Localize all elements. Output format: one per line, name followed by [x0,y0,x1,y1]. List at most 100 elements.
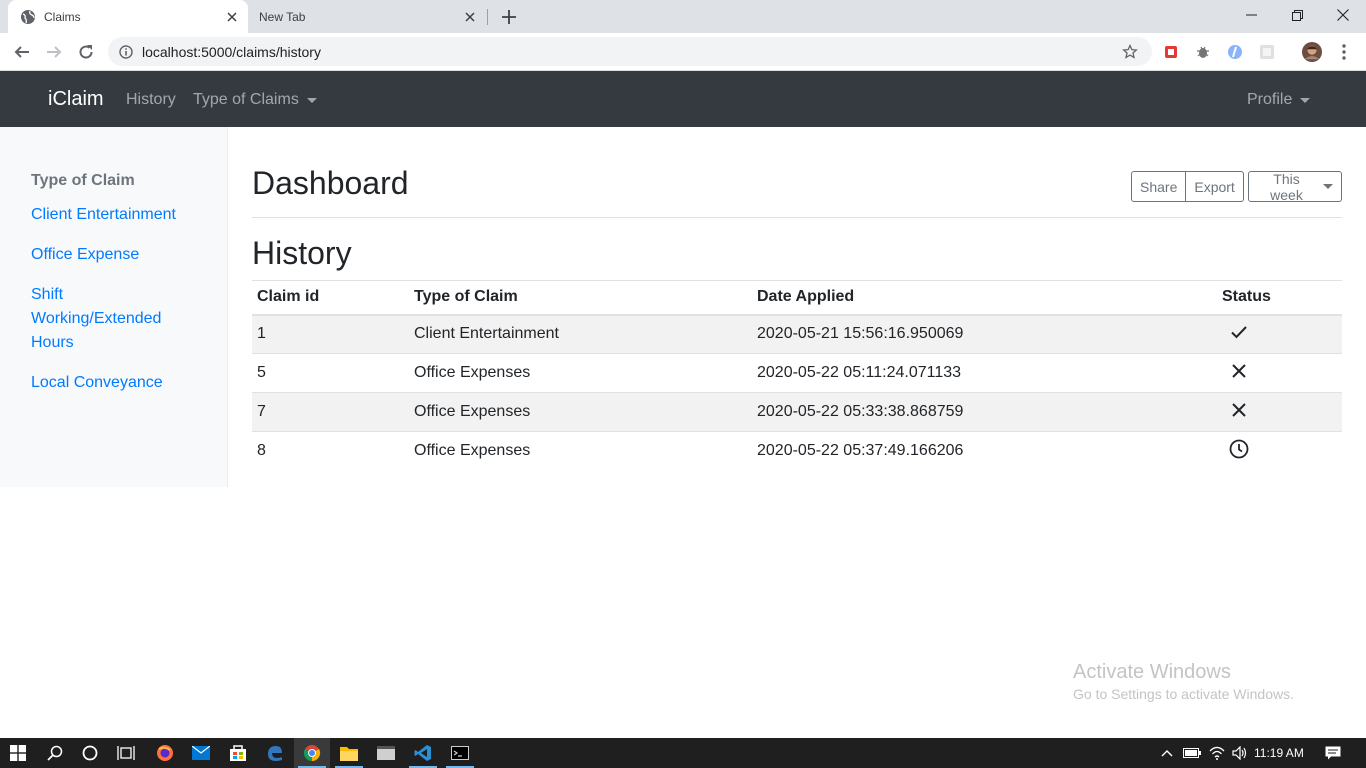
battery-icon[interactable] [1182,738,1202,768]
nav-profile-dropdown[interactable]: Profile [1247,91,1311,109]
tab-new-tab[interactable]: New Tab [248,0,486,33]
restore-icon[interactable] [1274,0,1320,30]
cortana-icon[interactable] [72,738,108,768]
close-tab-icon[interactable] [462,9,478,25]
nav-type-of-claims-label: Type of Claims [193,91,299,108]
cell-claim-id: 8 [252,431,409,471]
cell-date: 2020-05-22 05:37:49.166206 [752,431,1217,471]
sidebar-item-shift-working[interactable]: Shift Working/Extended Hours [31,283,171,355]
sidebar-item-local-conveyance[interactable]: Local Conveyance [31,371,201,395]
caret-down-icon [306,97,317,103]
wifi-icon[interactable] [1207,738,1227,768]
table-row: 5 Office Expenses 2020-05-22 05:11:24.07… [252,353,1342,393]
browser-tab-strip: Claims New Tab [0,0,1366,33]
claims-table: Claim id Type of Claim Date Applied Stat… [252,280,1342,471]
new-tab-plus-icon[interactable] [498,6,520,28]
sidebar-heading: Type of Claim [31,172,135,189]
section-title: History [252,235,352,271]
column-header-date: Date Applied [752,280,1217,316]
info-icon[interactable] [118,44,134,60]
mail-icon[interactable] [183,738,219,768]
notification-center-icon[interactable] [1322,738,1344,768]
cell-status [1217,431,1342,471]
chevron-up-icon[interactable] [1158,738,1176,768]
date-range-label: This week [1270,170,1303,203]
sidebar-item-client-entertainment[interactable]: Client Entertainment [31,203,201,227]
cell-claim-id: 1 [252,314,409,354]
sidebar: Type of Claim Client Entertainment Offic… [0,127,228,487]
header-divider [252,217,1342,218]
cell-date: 2020-05-21 15:56:16.950069 [752,314,1217,354]
cell-status [1217,314,1342,354]
extension-blue-icon[interactable] [1225,42,1245,62]
task-view-icon[interactable] [108,738,144,768]
cell-type: Office Expenses [409,392,752,432]
cell-type: Client Entertainment [409,314,752,354]
cell-status [1217,392,1342,432]
file-explorer-icon[interactable] [331,738,367,768]
x-icon [1229,402,1249,424]
sidebar-item-office-expense[interactable]: Office Expense [31,243,201,267]
cell-claim-id: 5 [252,353,409,393]
tab-claims[interactable]: Claims [8,0,248,33]
cell-claim-id: 7 [252,392,409,432]
cell-type: Office Expenses [409,431,752,471]
cell-date: 2020-05-22 05:11:24.071133 [752,353,1217,393]
table-header-row: Claim id Type of Claim Date Applied Stat… [252,280,1342,316]
forward-arrow-icon[interactable] [40,38,68,66]
cell-status [1217,353,1342,393]
bookmark-star-icon[interactable] [1120,42,1140,62]
extension-bug-icon[interactable] [1193,42,1213,62]
extension-grey-icon[interactable] [1257,42,1277,62]
close-tab-icon[interactable] [224,9,240,25]
activate-windows-title: Activate Windows [1073,661,1231,683]
extension-red-icon[interactable] [1161,42,1181,62]
browser-toolbar: localhost:5000/claims/history [0,33,1366,71]
cell-date: 2020-05-22 05:33:38.868759 [752,392,1217,432]
column-header-claim-id: Claim id [252,280,409,316]
clock-icon [1229,439,1249,463]
page-title: Dashboard [252,165,409,201]
address-bar[interactable]: localhost:5000/claims/history [108,37,1152,66]
brand-logo[interactable]: iClaim [48,88,104,111]
tab-title: Claims [44,9,81,24]
menu-kebab-icon[interactable] [1334,42,1354,62]
x-icon [1229,363,1249,385]
reload-icon[interactable] [72,38,100,66]
close-window-icon[interactable] [1320,0,1366,30]
edge-icon[interactable] [257,738,293,768]
taskbar-clock[interactable]: 11:19 AM [1254,746,1304,760]
nav-profile-label: Profile [1247,91,1293,108]
url-text: localhost:5000/claims/history [142,43,321,60]
globe-icon [20,9,36,25]
search-icon[interactable] [37,738,73,768]
chrome-icon[interactable] [294,738,330,768]
volume-icon[interactable] [1230,738,1250,768]
back-arrow-icon[interactable] [8,38,36,66]
tab-title: New Tab [259,9,306,24]
store-icon[interactable] [220,738,256,768]
vscode-icon[interactable] [405,738,441,768]
nav-type-of-claims-dropdown[interactable]: Type of Claims [193,91,317,109]
command-prompt-icon[interactable] [442,738,478,768]
column-header-status: Status [1217,280,1342,316]
table-row: 7 Office Expenses 2020-05-22 05:33:38.86… [252,392,1342,432]
app-navbar: iClaim History Type of Claims Profile [0,71,1366,127]
date-range-dropdown[interactable]: This week [1248,170,1342,203]
caret-down-icon [1323,184,1333,189]
share-button[interactable]: Share [1131,171,1187,202]
nav-history-label: History [126,91,176,108]
cell-type: Office Expenses [409,353,752,393]
nav-history[interactable]: History [126,91,176,109]
terminal-window-icon[interactable] [368,738,404,768]
check-icon [1229,326,1249,346]
windows-taskbar: 11:19 AM [0,738,1366,768]
activate-windows-subtitle: Go to Settings to activate Windows. [1073,686,1294,702]
windows-start-icon[interactable] [0,738,36,768]
avatar[interactable] [1302,42,1322,62]
export-button[interactable]: Export [1186,171,1244,202]
table-row: 1 Client Entertainment 2020-05-21 15:56:… [252,314,1342,354]
minimize-icon[interactable] [1228,0,1274,30]
firefox-icon[interactable] [147,738,183,768]
column-header-type: Type of Claim [409,280,752,316]
